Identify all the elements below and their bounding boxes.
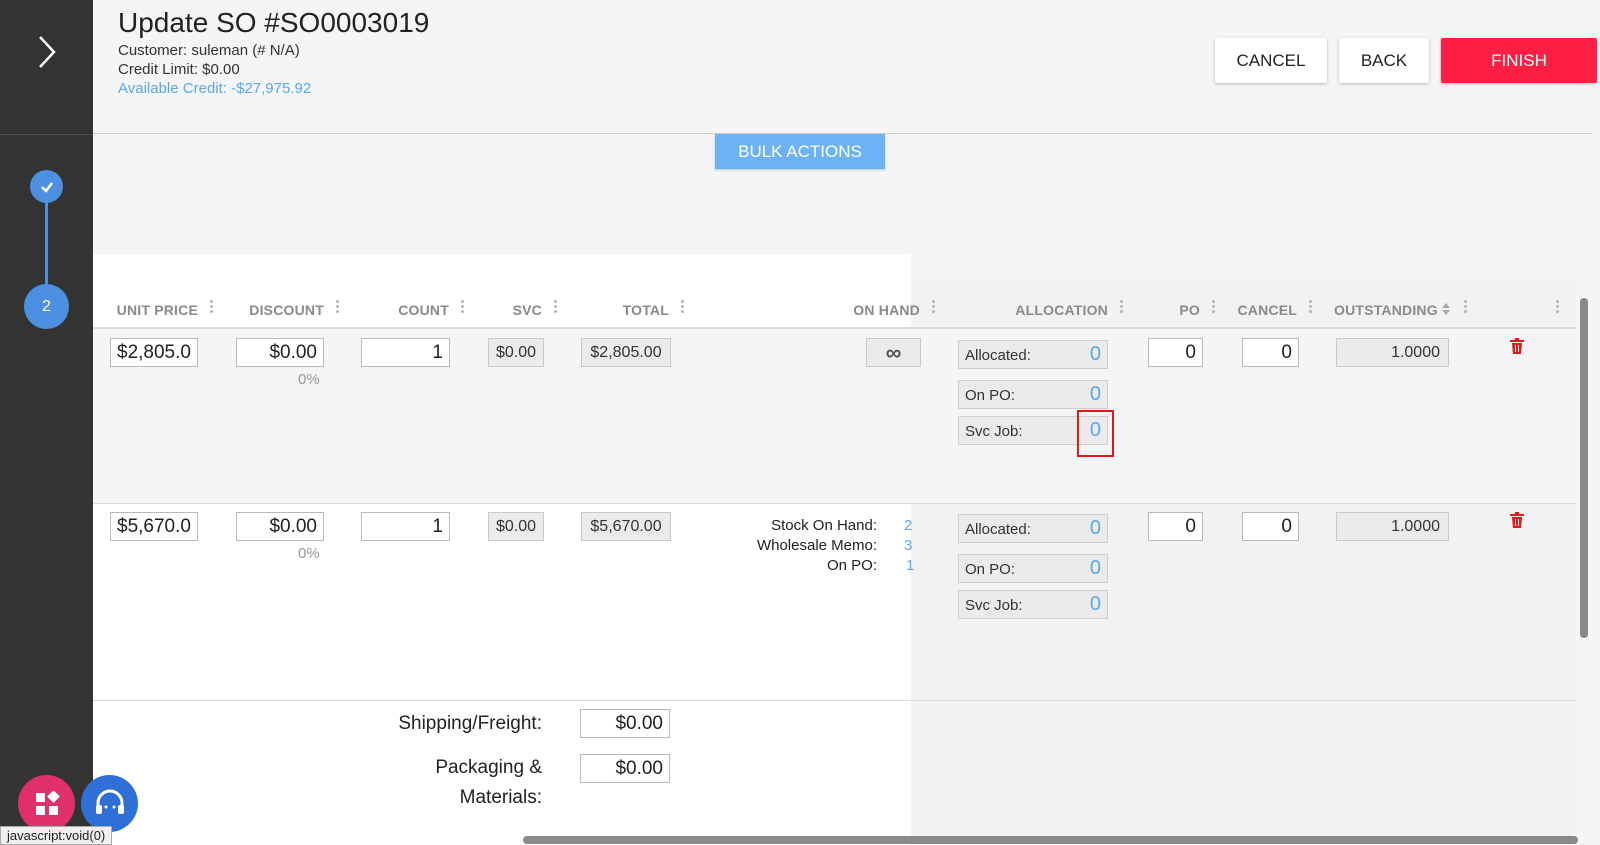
discount-input[interactable]: $0.00 xyxy=(236,338,324,367)
col-menu-icon[interactable] xyxy=(1120,298,1124,318)
svc-job-label: Svc Job: xyxy=(965,423,1023,440)
outstanding-value: 1.0000 xyxy=(1336,338,1449,367)
step-complete-check-icon[interactable] xyxy=(30,170,63,203)
header-divider xyxy=(93,327,1576,329)
col-on-hand[interactable]: ON HAND xyxy=(800,302,920,318)
allocated-link[interactable]: 0 xyxy=(1090,517,1101,540)
wholesale-memo-label: Wholesale Memo: xyxy=(756,537,877,554)
on-po-stock-link[interactable]: 1 xyxy=(906,557,914,574)
unit-price-input[interactable]: $5,670.0 xyxy=(110,512,198,541)
on-po-label: On PO: xyxy=(965,387,1016,404)
packaging-label-line2: Materials: xyxy=(459,787,542,808)
allocated-link[interactable]: 0 xyxy=(1090,343,1101,366)
count-input[interactable]: 1 xyxy=(361,512,450,541)
svc-job-link[interactable]: 0 xyxy=(1090,593,1101,616)
col-menu-icon[interactable] xyxy=(1464,298,1468,318)
infinity-icon[interactable]: ∞ xyxy=(866,338,921,367)
row-divider xyxy=(93,503,1576,504)
expand-chevron-icon[interactable] xyxy=(30,32,64,72)
col-menu-icon[interactable] xyxy=(210,298,214,318)
col-discount[interactable]: DISCOUNT xyxy=(230,302,324,318)
cancel-button[interactable]: CANCEL xyxy=(1215,38,1327,83)
on-po-stock-label: On PO: xyxy=(826,557,877,574)
support-agent-icon xyxy=(95,789,124,814)
col-menu-icon[interactable] xyxy=(461,298,465,318)
svc-job-label: Svc Job: xyxy=(965,597,1023,614)
col-menu-icon[interactable] xyxy=(1309,298,1313,318)
col-cancel[interactable]: CANCEL xyxy=(1230,302,1297,318)
allocated-label: Allocated: xyxy=(965,347,1031,364)
col-count[interactable]: COUNT xyxy=(360,302,449,318)
page-title: Update SO #SO0003019 xyxy=(118,7,430,38)
col-menu-icon[interactable] xyxy=(554,298,558,318)
unit-price-input[interactable]: $2,805.0 xyxy=(110,338,198,367)
col-total[interactable]: TOTAL xyxy=(580,302,669,318)
on-po-link[interactable]: 0 xyxy=(1090,383,1101,406)
col-po[interactable]: PO xyxy=(1140,302,1200,318)
discount-percent: 0% xyxy=(298,545,320,562)
po-input[interactable]: 0 xyxy=(1148,512,1203,541)
col-menu-icon[interactable] xyxy=(932,298,936,318)
shipping-label: Shipping/Freight: xyxy=(398,713,542,734)
left-rail: 2 xyxy=(0,0,93,845)
col-outstanding[interactable]: OUTSTANDING xyxy=(1334,302,1440,318)
outstanding-value: 1.0000 xyxy=(1336,512,1449,541)
credit-limit: Credit Limit: $0.00 xyxy=(118,61,240,78)
cancel-input[interactable]: 0 xyxy=(1242,512,1299,541)
support-fab[interactable] xyxy=(81,775,138,832)
bulk-actions-button[interactable]: BULK ACTIONS xyxy=(715,134,885,169)
vertical-scrollbar[interactable] xyxy=(1580,298,1588,638)
widgets-icon xyxy=(35,790,60,815)
svc-job-box: Svc Job: 0 xyxy=(958,590,1108,619)
on-po-link[interactable]: 0 xyxy=(1090,557,1101,580)
stock-on-hand-link[interactable]: 2 xyxy=(904,517,912,534)
on-po-box: On PO: 0 xyxy=(958,380,1108,409)
po-input[interactable]: 0 xyxy=(1148,338,1203,367)
total-value: $2,805.00 xyxy=(581,338,671,367)
packaging-input[interactable]: $0.00 xyxy=(580,754,670,783)
allocated-label: Allocated: xyxy=(965,521,1031,538)
step-current[interactable]: 2 xyxy=(24,284,69,329)
status-bar-url: javascript:void(0) xyxy=(0,826,113,845)
widgets-fab[interactable] xyxy=(18,775,75,832)
col-menu-icon[interactable] xyxy=(336,298,340,318)
packaging-label: Packaging & xyxy=(435,757,542,778)
col-menu-icon[interactable] xyxy=(1212,298,1216,318)
row-divider xyxy=(93,700,1576,701)
customer-info: Customer: suleman (# N/A) xyxy=(118,42,300,59)
sort-icon[interactable] xyxy=(1441,302,1451,316)
back-button[interactable]: BACK xyxy=(1339,38,1429,83)
col-allocation[interactable]: ALLOCATION xyxy=(960,302,1108,318)
horizontal-scrollbar[interactable] xyxy=(523,836,1578,844)
col-menu-icon[interactable] xyxy=(681,298,685,318)
col-menu-icon[interactable] xyxy=(1556,298,1560,318)
trash-icon[interactable] xyxy=(1510,512,1524,528)
highlight-box xyxy=(1077,410,1114,457)
col-svc[interactable]: SVC xyxy=(480,302,542,318)
allocated-box: Allocated: 0 xyxy=(958,340,1108,369)
shipping-input[interactable]: $0.00 xyxy=(580,709,670,738)
available-credit: Available Credit: -$27,975.92 xyxy=(118,80,312,97)
stock-on-hand-label: Stock On Hand: xyxy=(771,517,877,534)
discount-input[interactable]: $0.00 xyxy=(236,512,324,541)
allocated-box: Allocated: 0 xyxy=(958,514,1108,543)
svc-value: $0.00 xyxy=(488,338,544,367)
discount-percent: 0% xyxy=(298,371,320,388)
step-connector xyxy=(45,201,48,289)
trash-icon[interactable] xyxy=(1510,338,1524,354)
finish-button[interactable]: FINISH xyxy=(1441,38,1597,83)
total-value: $5,670.00 xyxy=(581,512,671,541)
on-po-label: On PO: xyxy=(965,561,1016,578)
wholesale-memo-link[interactable]: 3 xyxy=(904,537,912,554)
cancel-input[interactable]: 0 xyxy=(1242,338,1299,367)
page-header: Update SO #SO0003019 Customer: suleman (… xyxy=(93,0,1597,134)
count-input[interactable]: 1 xyxy=(361,338,450,367)
on-po-box: On PO: 0 xyxy=(958,554,1108,583)
col-unit-price[interactable]: UNIT PRICE xyxy=(100,302,198,318)
rail-divider xyxy=(0,134,93,135)
svc-value: $0.00 xyxy=(488,512,544,541)
